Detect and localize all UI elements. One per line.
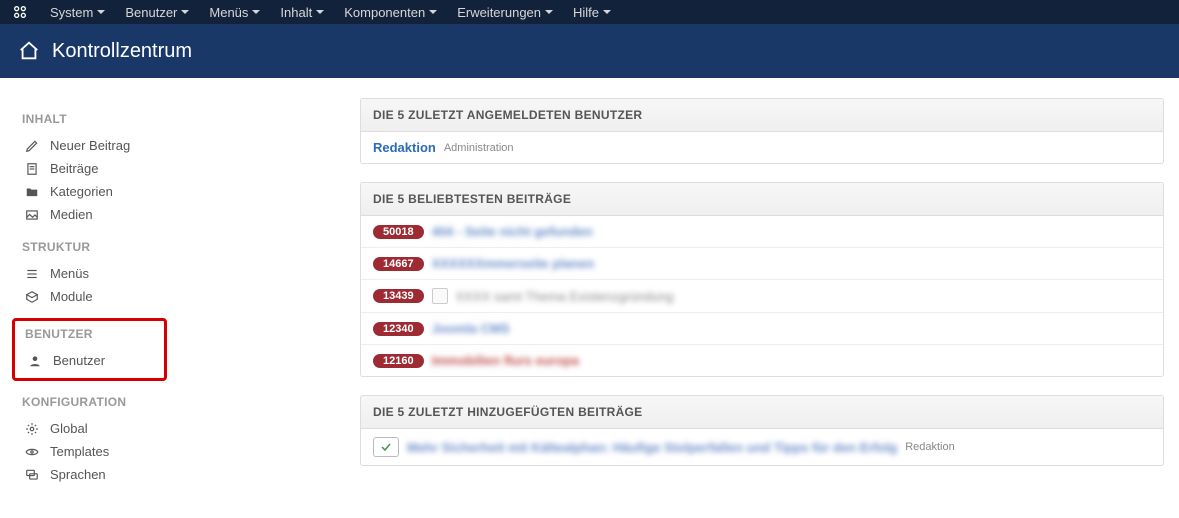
hit-count-badge: 13439 bbox=[373, 289, 424, 303]
popular-title-blurred: 404 - Seite nicht gefunden bbox=[432, 224, 593, 239]
topnav-erweiterungen[interactable]: Erweiterungen bbox=[447, 0, 563, 24]
sidebar-item-medien[interactable]: Medien bbox=[22, 203, 360, 226]
sidebar-item-benutzer[interactable]: Benutzer bbox=[25, 349, 164, 372]
popular-row-3[interactable]: 12340 Joomla CMS bbox=[361, 313, 1163, 345]
sidebar-item-sprachen[interactable]: Sprachen bbox=[22, 463, 360, 486]
topnav-inhalt[interactable]: Inhalt bbox=[270, 0, 334, 24]
panel-logged-users: DIE 5 ZULETZT ANGEMELDETEN BENUTZER Reda… bbox=[360, 98, 1164, 164]
hit-count-badge: 12160 bbox=[373, 354, 424, 368]
popular-title-blurred: XXXXXXmmerseite planen bbox=[432, 256, 595, 271]
publish-check-button[interactable] bbox=[373, 437, 399, 457]
panel-heading-popular: DIE 5 BELIEBTESTEN BEITRÄGE bbox=[361, 183, 1163, 216]
sidebar-item-module[interactable]: Module bbox=[22, 285, 360, 308]
sidebar: INHALT Neuer Beitrag Beiträge Kategorien… bbox=[0, 78, 360, 516]
popular-title-blurred: XXXX samt Thema Existenzgründung bbox=[456, 289, 674, 304]
logged-user-location: Administration bbox=[444, 142, 514, 154]
logged-user-name[interactable]: Redaktion bbox=[373, 140, 436, 155]
recent-row-0[interactable]: Mehr Sicherheit mit Kältealphan: Häufige… bbox=[361, 429, 1163, 465]
file-icon bbox=[22, 162, 42, 176]
joomla-logo-icon[interactable] bbox=[10, 2, 30, 22]
popular-row-1[interactable]: 14667 XXXXXXmmerseite planen bbox=[361, 248, 1163, 280]
sidebar-item-menus[interactable]: Menüs bbox=[22, 262, 360, 285]
checkbox-icon[interactable] bbox=[432, 288, 448, 304]
topnav-komponenten[interactable]: Komponenten bbox=[334, 0, 447, 24]
sidebar-item-kategorien[interactable]: Kategorien bbox=[22, 180, 360, 203]
image-icon bbox=[22, 208, 42, 222]
topnav-system[interactable]: System bbox=[40, 0, 115, 24]
panel-popular-articles: DIE 5 BELIEBTESTEN BEITRÄGE 50018 404 - … bbox=[360, 182, 1164, 377]
hit-count-badge: 14667 bbox=[373, 257, 424, 271]
page-header: Kontrollzentrum bbox=[0, 24, 1179, 78]
sidebar-heading-konfiguration: KONFIGURATION bbox=[22, 395, 360, 409]
page-title: Kontrollzentrum bbox=[52, 40, 192, 63]
recent-author: Redaktion bbox=[905, 441, 955, 453]
panel-heading-recent: DIE 5 ZULETZT HINZUGEFÜGTEN BEITRÄGE bbox=[361, 396, 1163, 429]
home-icon bbox=[18, 40, 40, 62]
sidebar-item-global[interactable]: Global bbox=[22, 417, 360, 440]
topnav-menus[interactable]: Menüs bbox=[199, 0, 270, 24]
eye-icon bbox=[22, 445, 42, 459]
popular-row-4[interactable]: 12160 Immobilien flurs europa bbox=[361, 345, 1163, 376]
panel-heading-logged: DIE 5 ZULETZT ANGEMELDETEN BENUTZER bbox=[361, 99, 1163, 132]
popular-title-blurred: Immobilien flurs europa bbox=[432, 353, 579, 368]
hit-count-badge: 50018 bbox=[373, 225, 424, 239]
main-content: DIE 5 ZULETZT ANGEMELDETEN BENUTZER Reda… bbox=[360, 78, 1179, 516]
sidebar-item-beitraege[interactable]: Beiträge bbox=[22, 157, 360, 180]
cube-icon bbox=[22, 290, 42, 304]
recent-title-blurred: Mehr Sicherheit mit Kältealphan: Häufige… bbox=[407, 440, 897, 455]
topnav-benutzer[interactable]: Benutzer bbox=[115, 0, 199, 24]
chat-icon bbox=[22, 468, 42, 482]
sidebar-heading-struktur: STRUKTUR bbox=[22, 240, 360, 254]
sidebar-heading-benutzer: BENUTZER bbox=[25, 327, 164, 341]
popular-title-blurred: Joomla CMS bbox=[432, 321, 510, 336]
sidebar-heading-inhalt: INHALT bbox=[22, 112, 360, 126]
logged-user-row[interactable]: Redaktion Administration bbox=[361, 132, 1163, 163]
list-icon bbox=[22, 267, 42, 281]
gear-icon bbox=[22, 422, 42, 436]
folder-icon bbox=[22, 185, 42, 199]
hit-count-badge: 12340 bbox=[373, 322, 424, 336]
sidebar-item-templates[interactable]: Templates bbox=[22, 440, 360, 463]
popular-row-0[interactable]: 50018 404 - Seite nicht gefunden bbox=[361, 216, 1163, 248]
highlight-benutzer-section: BENUTZER Benutzer bbox=[12, 318, 167, 381]
popular-row-2[interactable]: 13439 XXXX samt Thema Existenzgründung bbox=[361, 280, 1163, 313]
sidebar-item-neuer-beitrag[interactable]: Neuer Beitrag bbox=[22, 134, 360, 157]
panel-recent-articles: DIE 5 ZULETZT HINZUGEFÜGTEN BEITRÄGE Meh… bbox=[360, 395, 1164, 466]
user-icon bbox=[25, 354, 45, 368]
pencil-icon bbox=[22, 139, 42, 153]
top-navbar: System Benutzer Menüs Inhalt Komponenten… bbox=[0, 0, 1179, 24]
topnav-hilfe[interactable]: Hilfe bbox=[563, 0, 621, 24]
